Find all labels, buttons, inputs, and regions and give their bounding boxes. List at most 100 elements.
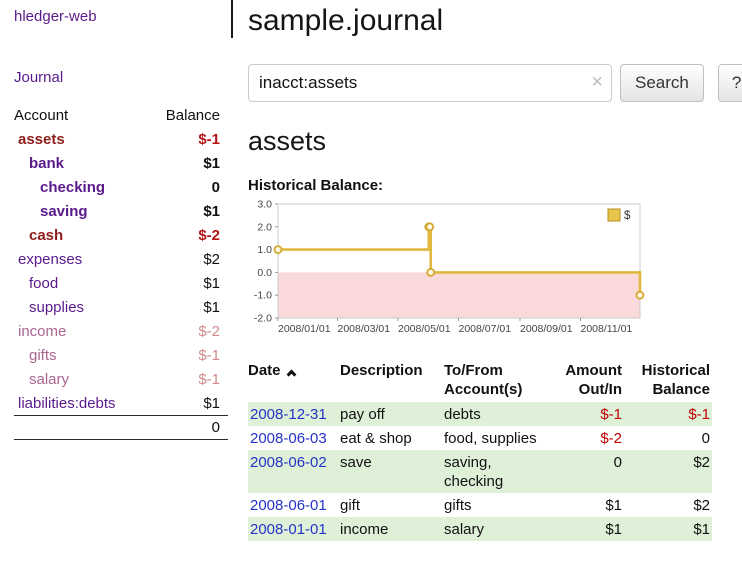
register-amount-cell: 0 <box>552 450 624 493</box>
register-header-row: DateDescriptionTo/From Account(s)Amount … <box>248 358 712 402</box>
register-balance-cell: $2 <box>624 450 712 493</box>
balance-chart-svg: 3.02.01.00.0-1.0-2.02008/01/012008/03/01… <box>248 200 648 338</box>
svg-text:-2.0: -2.0 <box>254 313 272 325</box>
register-date-cell: 2008-06-01 <box>248 493 340 517</box>
account-balance: $1 <box>162 151 228 175</box>
help-button[interactable]: ? <box>718 64 742 102</box>
search-button[interactable]: Search <box>620 64 704 102</box>
accounts-total-spacer <box>14 416 162 440</box>
svg-text:2008/05/01: 2008/05/01 <box>398 323 451 335</box>
account-link[interactable]: liabilities:debts <box>18 395 116 412</box>
account-name-cell: saving <box>14 199 162 223</box>
account-link[interactable]: supplies <box>29 299 84 316</box>
account-balance: $1 <box>162 391 228 416</box>
clear-search-icon[interactable]: × <box>591 72 603 92</box>
register-description-cell: eat & shop <box>340 426 444 450</box>
transaction-date-link[interactable]: 2008-06-03 <box>250 430 327 447</box>
account-balance: $1 <box>162 199 228 223</box>
journal-link[interactable]: Journal <box>14 69 63 86</box>
svg-text:-1.0: -1.0 <box>254 290 272 302</box>
register-balance-cell: $1 <box>624 517 712 541</box>
account-row: gifts $-1 <box>14 343 228 367</box>
register-balance-cell: $2 <box>624 493 712 517</box>
register-description-cell: save <box>340 450 444 493</box>
transaction-date-link[interactable]: 2008-01-01 <box>250 521 327 538</box>
register-row: 2008-01-01incomesalary$1$1 <box>248 517 712 541</box>
sort-asc-icon <box>286 370 296 380</box>
account-link[interactable]: expenses <box>18 251 82 268</box>
register-accounts-cell: gifts <box>444 493 552 517</box>
svg-text:0.0: 0.0 <box>257 267 272 279</box>
search-box: × <box>248 64 612 102</box>
account-name-cell: checking <box>14 175 162 199</box>
account-balance: $-1 <box>162 343 228 367</box>
svg-text:1.0: 1.0 <box>257 244 272 256</box>
account-name-cell: gifts <box>14 343 162 367</box>
account-name-cell: cash <box>14 223 162 247</box>
account-row: bank $1 <box>14 151 228 175</box>
balance-chart: 3.02.01.00.0-1.0-2.02008/01/012008/03/01… <box>248 200 742 342</box>
account-name-cell: expenses <box>14 247 162 271</box>
svg-text:$: $ <box>624 210 631 222</box>
svg-text:2008/07/01: 2008/07/01 <box>459 323 512 335</box>
accounts-col-balance: Balance <box>162 104 228 127</box>
account-row: checking 0 <box>14 175 228 199</box>
account-link[interactable]: income <box>18 323 66 340</box>
account-row: food $1 <box>14 271 228 295</box>
account-balance: 0 <box>162 175 228 199</box>
register-date-cell: 2008-06-03 <box>248 426 340 450</box>
register-amount-cell: $-2 <box>552 426 624 450</box>
account-balance: $1 <box>162 271 228 295</box>
account-link[interactable]: checking <box>40 179 105 196</box>
transaction-date-link[interactable]: 2008-06-01 <box>250 497 327 514</box>
search-input[interactable] <box>248 64 612 102</box>
register-col-to-from-account-s-: To/From Account(s) <box>444 358 552 402</box>
account-row: cash $-2 <box>14 223 228 247</box>
accounts-total-value: 0 <box>162 416 228 440</box>
account-link[interactable]: assets <box>18 131 65 148</box>
account-link[interactable]: food <box>29 275 58 292</box>
register-description-cell: pay off <box>340 402 444 426</box>
account-row: liabilities:debts $1 <box>14 391 228 416</box>
accounts-header-row: Account Balance <box>14 104 228 127</box>
account-link[interactable]: cash <box>29 227 63 244</box>
register-row: 2008-06-01 giftgifts$1$2 <box>248 493 712 517</box>
transaction-date-link[interactable]: 2008-12-31 <box>250 406 327 423</box>
svg-text:2.0: 2.0 <box>257 221 272 233</box>
account-row: assets $-1 <box>14 127 228 151</box>
svg-text:2008/11/01: 2008/11/01 <box>580 323 632 335</box>
account-balance: $-2 <box>162 223 228 247</box>
register-col-date[interactable]: Date <box>248 358 340 402</box>
app-title-link[interactable]: hledger-web <box>14 8 97 25</box>
chart-title: Historical Balance: <box>248 177 742 194</box>
register-description-cell: gift <box>340 493 444 517</box>
account-link[interactable]: bank <box>29 155 64 172</box>
panel-divider <box>231 0 233 38</box>
accounts-total-row: 0 <box>14 416 228 440</box>
register-accounts-cell: salary <box>444 517 552 541</box>
account-link[interactable]: gifts <box>29 347 57 364</box>
account-name-cell: liabilities:debts <box>14 391 162 416</box>
register-amount-cell: $1 <box>552 493 624 517</box>
account-balance: $-1 <box>162 127 228 151</box>
register-row: 2008-12-31pay offdebts$-1$-1 <box>248 402 712 426</box>
register-amount-cell: $-1 <box>552 402 624 426</box>
register-balance-cell: $-1 <box>624 402 712 426</box>
register-row: 2008-06-02savesaving, checking0$2 <box>248 450 712 493</box>
register-accounts-cell: debts <box>444 402 552 426</box>
register-row: 2008-06-03eat & shopfood, supplies$-20 <box>248 426 712 450</box>
account-balance: $1 <box>162 295 228 319</box>
account-balance: $-2 <box>162 319 228 343</box>
register-balance-cell: 0 <box>624 426 712 450</box>
register-col-historical-balance: Historical Balance <box>624 358 712 402</box>
account-name-cell: salary <box>14 367 162 391</box>
register-table: DateDescriptionTo/From Account(s)Amount … <box>248 358 712 541</box>
register-description-cell: income <box>340 517 444 541</box>
account-name-cell: income <box>14 319 162 343</box>
account-row: income $-2 <box>14 319 228 343</box>
register-date-cell: 2008-06-02 <box>248 450 340 493</box>
account-link[interactable]: saving <box>40 203 88 220</box>
account-name-cell: food <box>14 271 162 295</box>
account-link[interactable]: salary <box>29 371 69 388</box>
transaction-date-link[interactable]: 2008-06-02 <box>250 454 327 471</box>
